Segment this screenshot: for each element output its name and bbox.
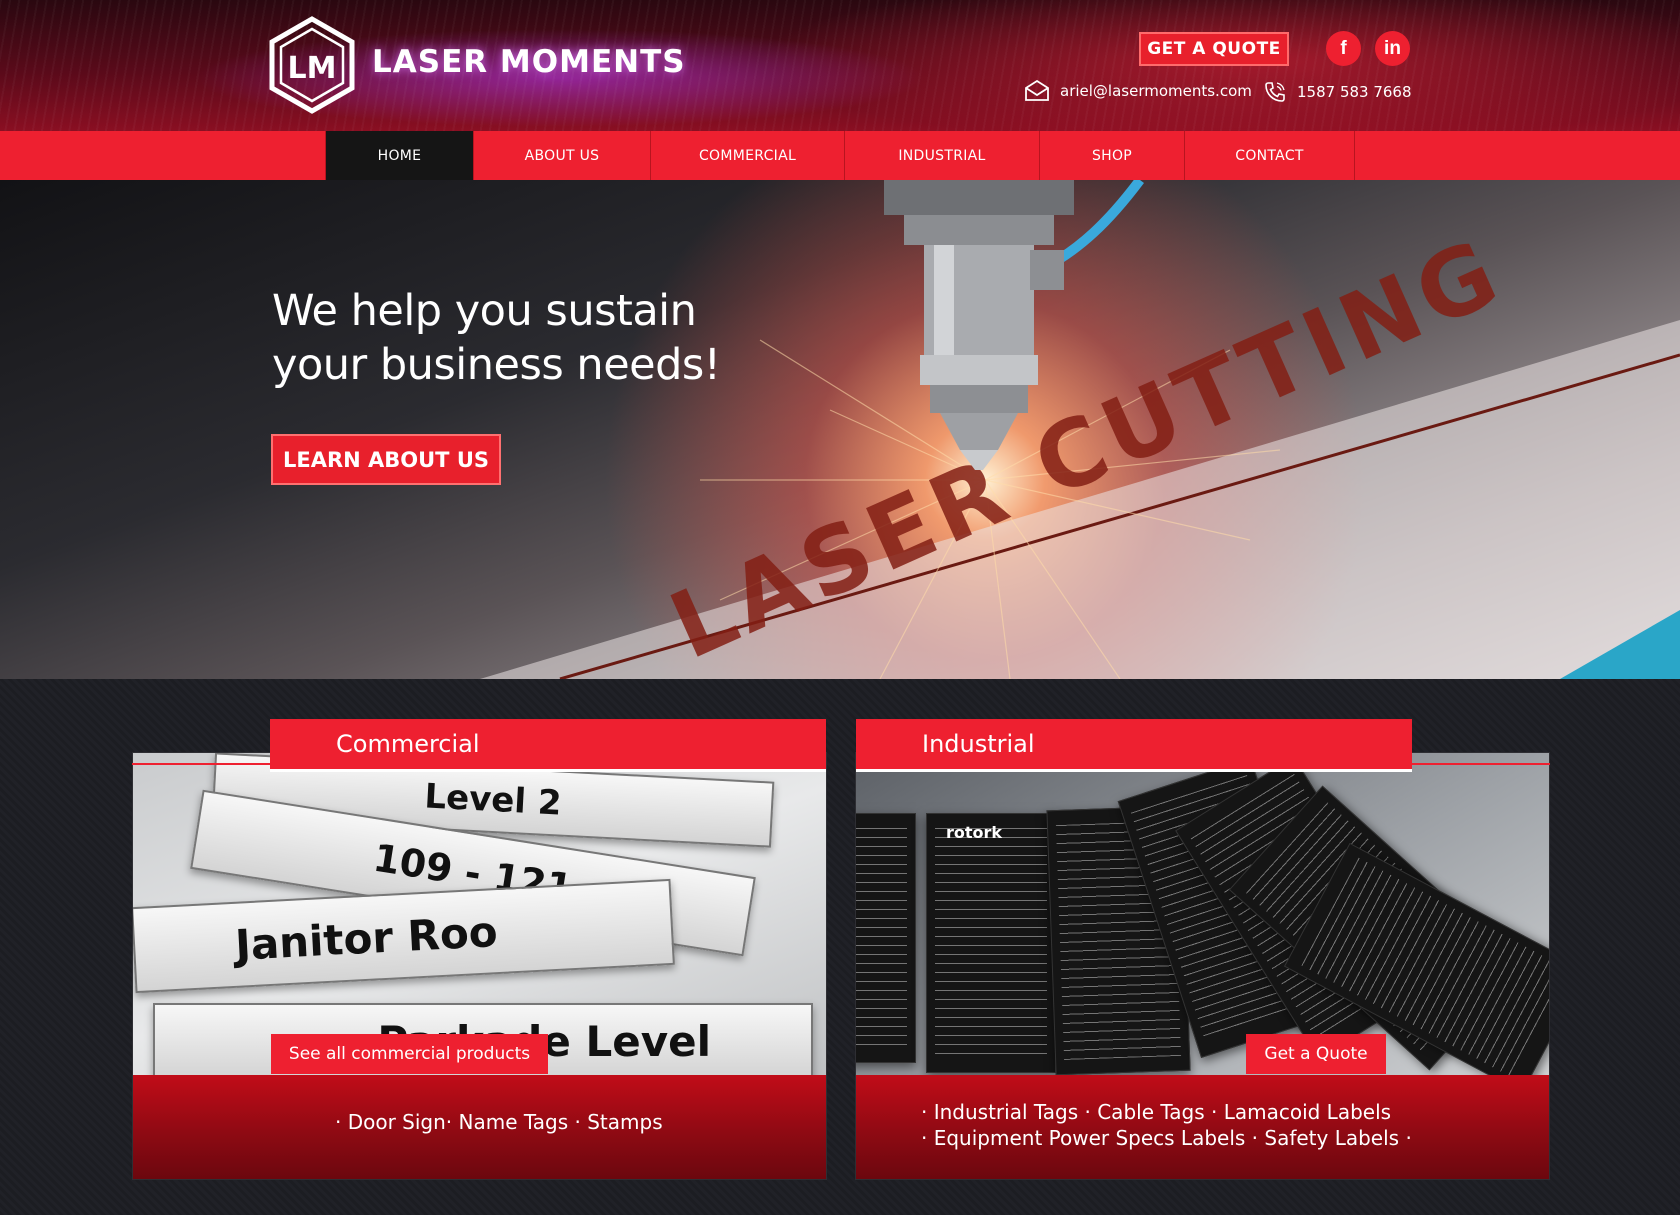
phone-icon <box>1265 82 1285 102</box>
learn-about-us-button[interactable]: LEARN ABOUT US <box>271 434 501 485</box>
linkedin-icon[interactable]: in <box>1375 31 1410 66</box>
nav-shop[interactable]: SHOP <box>1040 131 1185 180</box>
phone-contact[interactable]: 1587 583 7668 <box>1263 80 1412 104</box>
nav-about-us[interactable]: ABOUT US <box>474 131 651 180</box>
site-header: LM LASER MOMENTS GET A QUOTE f in ariel@… <box>0 0 1680 131</box>
nav-commercial[interactable]: COMMERCIAL <box>651 131 845 180</box>
nav-contact[interactable]: CONTACT <box>1185 131 1355 180</box>
hero-image: LASER CUTTING <box>480 180 1680 679</box>
nav-industrial[interactable]: INDUSTRIAL <box>845 131 1040 180</box>
industrial-description-line1: · Industrial Tags · Cable Tags · Lamacoi… <box>921 1100 1392 1124</box>
brand-name[interactable]: LASER MOMENTS <box>372 44 686 80</box>
see-commercial-products-button[interactable]: See all commercial products <box>271 1034 548 1074</box>
hero-title: We help you sustain your business needs! <box>272 284 792 392</box>
commercial-description: · Door Sign· Name Tags · Stamps <box>335 1110 663 1134</box>
label-tag <box>926 813 1056 1073</box>
nav-home[interactable]: HOME <box>325 131 474 180</box>
logo-letters: LM <box>288 51 337 86</box>
phone-text[interactable]: 1587 583 7668 <box>1297 83 1412 101</box>
hero-title-line1: We help you sustain <box>272 286 697 336</box>
hero-title-line2: your business needs! <box>272 340 721 390</box>
industrial-get-quote-button[interactable]: Get a Quote <box>1246 1034 1386 1074</box>
facebook-icon[interactable]: f <box>1326 31 1361 66</box>
sign-janitor: Janitor Roo <box>133 878 675 994</box>
industrial-description: · Industrial Tags · Cable Tags · Lamacoi… <box>921 1099 1412 1151</box>
email-text[interactable]: ariel@lasermoments.com <box>1060 82 1252 100</box>
logo-icon[interactable]: LM <box>268 16 356 114</box>
industrial-description-line2: · Equipment Power Specs Labels · Safety … <box>921 1126 1412 1150</box>
label-tag <box>856 813 916 1063</box>
envelope-icon <box>1025 80 1049 101</box>
industrial-accent-line <box>1410 763 1550 765</box>
get-quote-button[interactable]: GET A QUOTE <box>1139 32 1289 66</box>
hero-banner: LASER CUTTING We help you sustain your b… <box>0 180 1680 679</box>
commercial-title[interactable]: Commercial <box>270 719 826 772</box>
email-contact[interactable]: ariel@lasermoments.com <box>1024 80 1252 102</box>
industrial-title[interactable]: Industrial <box>856 719 1412 772</box>
commercial-image: Level 2 109 - 121 Janitor Roo Parkade Le… <box>133 753 826 1079</box>
main-nav: HOME ABOUT US COMMERCIAL INDUSTRIAL SHOP… <box>0 131 1680 180</box>
tag-brand-text: rotork <box>946 823 1003 842</box>
industrial-image: rotork <box>856 753 1549 1094</box>
